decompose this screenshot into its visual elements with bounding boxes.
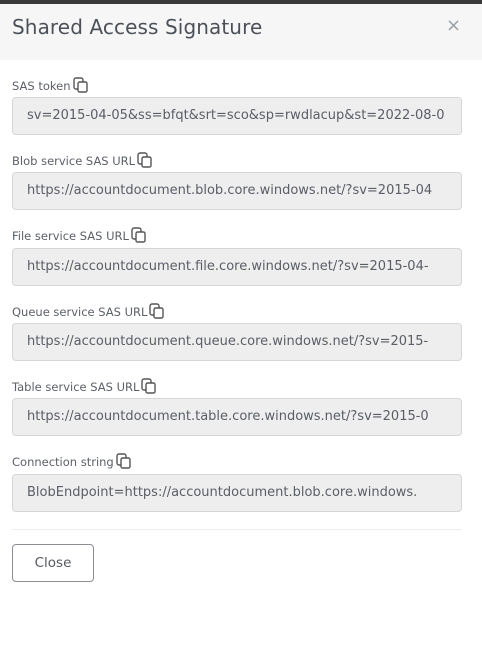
dialog-header: Shared Access Signature × [0,4,482,60]
copy-icon[interactable] [148,302,166,320]
table-url-field[interactable]: https://accountdocument.table.core.windo… [12,398,462,436]
queue-url-field[interactable]: https://accountdocument.queue.core.windo… [12,323,462,361]
sas-token-label: SAS token [12,79,71,93]
blob-url-field[interactable]: https://accountdocument.blob.core.window… [12,172,462,210]
file-url-label-row: File service SAS URL [12,226,148,244]
sas-token-field[interactable]: sv=2015-04-05&ss=bfqt&srt=sco&sp=rwdlacu… [12,97,462,135]
blob-url-label: Blob service SAS URL [12,154,136,168]
blob-url-label-row: Blob service SAS URL [12,151,154,169]
copy-icon[interactable] [115,452,133,470]
copy-icon[interactable] [140,377,158,395]
file-url-field[interactable]: https://accountdocument.file.core.window… [12,248,462,286]
connection-string-field[interactable]: BlobEndpoint=https://accountdocument.blo… [12,474,462,512]
connection-string-label-row: Connection string [12,452,133,470]
connection-string-label: Connection string [12,455,114,469]
footer-divider [12,529,462,530]
table-url-label: Table service SAS URL [12,380,140,394]
sas-token-label-row: SAS token [12,76,90,94]
close-icon[interactable]: × [446,16,461,36]
dialog-title: Shared Access Signature [12,15,263,39]
file-url-label: File service SAS URL [12,229,129,243]
copy-icon[interactable] [130,226,148,244]
copy-icon[interactable] [136,151,154,169]
table-url-label-row: Table service SAS URL [12,377,158,395]
queue-url-label-row: Queue service SAS URL [12,302,166,320]
close-button[interactable]: Close [12,544,94,582]
copy-icon[interactable] [72,76,90,94]
queue-url-label: Queue service SAS URL [12,305,148,319]
